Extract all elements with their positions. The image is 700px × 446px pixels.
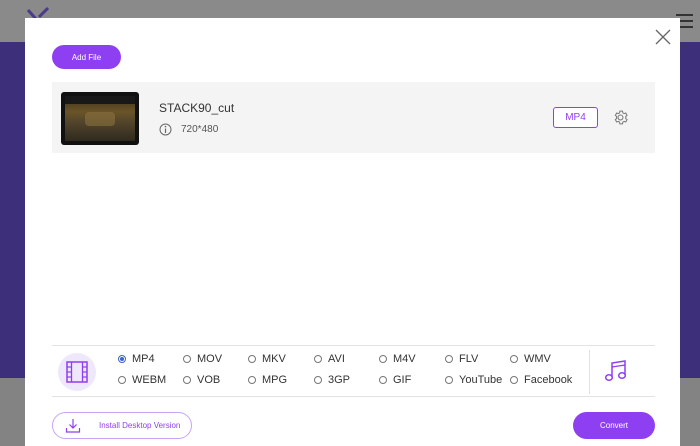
converter-dialog: Add File STACK90_cut 720*480 MP4 MP4 MOV… [25, 18, 680, 446]
music-note-icon[interactable] [603, 358, 629, 384]
format-selector: MP4 MOV MKV AVI M4V FLV WMV WEBM VOB MPG… [52, 345, 655, 397]
video-category-tab[interactable] [58, 353, 96, 391]
file-list-item: STACK90_cut 720*480 MP4 [52, 82, 655, 153]
add-file-button[interactable]: Add File [52, 45, 121, 69]
format-option-mkv[interactable]: MKV [248, 352, 286, 366]
radio-button[interactable] [183, 355, 191, 363]
download-icon [65, 419, 81, 433]
radio-button[interactable] [248, 355, 256, 363]
format-option-m4v[interactable]: M4V [379, 352, 416, 366]
radio-button[interactable] [314, 355, 322, 363]
format-option-3gp[interactable]: 3GP [314, 373, 350, 387]
format-option-flv[interactable]: FLV [445, 352, 478, 366]
format-option-gif[interactable]: GIF [379, 373, 411, 387]
radio-button[interactable] [445, 355, 453, 363]
format-option-mpg[interactable]: MPG [248, 373, 287, 387]
gear-icon[interactable] [612, 109, 629, 126]
format-option-wmv[interactable]: WMV [510, 352, 551, 366]
radio-button[interactable] [445, 376, 453, 384]
format-option-facebook[interactable]: Facebook [510, 373, 572, 387]
output-format-button[interactable]: MP4 [553, 107, 598, 128]
format-option-mp4[interactable]: MP4 [118, 352, 155, 366]
video-thumbnail [61, 92, 139, 145]
radio-button[interactable] [379, 355, 387, 363]
format-option-vob[interactable]: VOB [183, 373, 220, 387]
film-icon [66, 361, 88, 383]
radio-button[interactable] [379, 376, 387, 384]
file-name: STACK90_cut [159, 101, 235, 115]
category-divider [589, 350, 590, 394]
install-desktop-label: Install Desktop Version [99, 421, 181, 430]
radio-button[interactable] [314, 376, 322, 384]
radio-button[interactable] [118, 376, 126, 384]
radio-button[interactable] [183, 376, 191, 384]
radio-button[interactable] [248, 376, 256, 384]
format-option-mov[interactable]: MOV [183, 352, 222, 366]
file-resolution: 720*480 [181, 124, 219, 135]
info-icon[interactable] [159, 123, 172, 136]
format-option-avi[interactable]: AVI [314, 352, 345, 366]
convert-button[interactable]: Convert [573, 412, 655, 439]
format-option-webm[interactable]: WEBM [118, 373, 166, 387]
radio-button[interactable] [510, 355, 518, 363]
close-icon[interactable] [653, 27, 673, 47]
format-option-youtube[interactable]: YouTube [445, 373, 502, 387]
install-desktop-button[interactable]: Install Desktop Version [52, 412, 192, 439]
radio-button[interactable] [510, 376, 518, 384]
radio-button[interactable] [118, 355, 126, 363]
